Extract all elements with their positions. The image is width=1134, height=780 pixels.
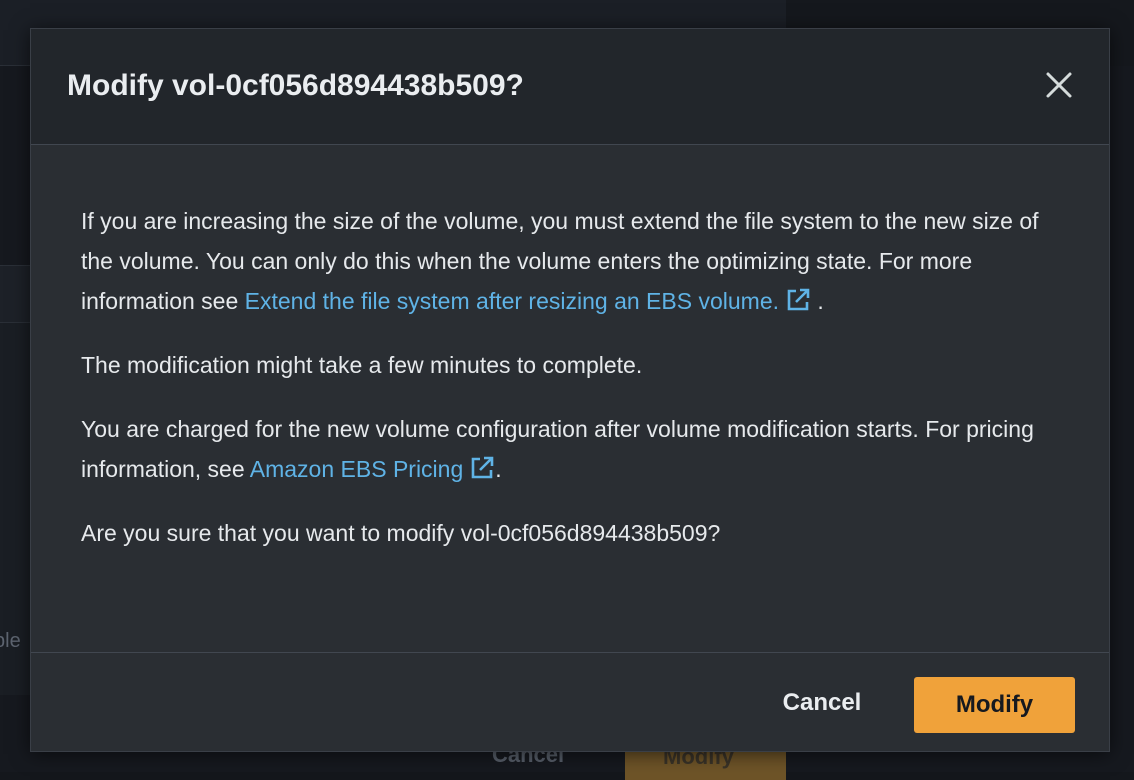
modify-button[interactable]: Modify [914,677,1075,733]
dialog-title: Modify vol-0cf056d894438b509? [67,69,524,103]
modify-volume-dialog: Modify vol-0cf056d894438b509? If you are… [30,28,1110,752]
ebs-pricing-link[interactable]: Amazon EBS Pricing [250,456,495,482]
resize-info-paragraph: If you are increasing the size of the vo… [81,201,1071,321]
dialog-footer: Cancel Modify [31,652,1109,753]
close-button[interactable] [1041,67,1077,103]
dialog-header: Modify vol-0cf056d894438b509? [31,29,1109,145]
background-text-fragment: ble [0,630,21,653]
duration-info-paragraph: The modification might take a few minute… [81,345,1071,385]
dialog-body: If you are increasing the size of the vo… [81,201,1071,577]
cancel-button[interactable]: Cancel [761,675,883,731]
close-icon [1041,67,1077,103]
external-link-icon [469,455,495,481]
confirmation-question: Are you sure that you want to modify vol… [81,513,1071,553]
external-link-icon [785,287,811,313]
pricing-info-paragraph: You are charged for the new volume confi… [81,409,1071,489]
extend-file-system-link[interactable]: Extend the file system after resizing an… [245,288,811,314]
